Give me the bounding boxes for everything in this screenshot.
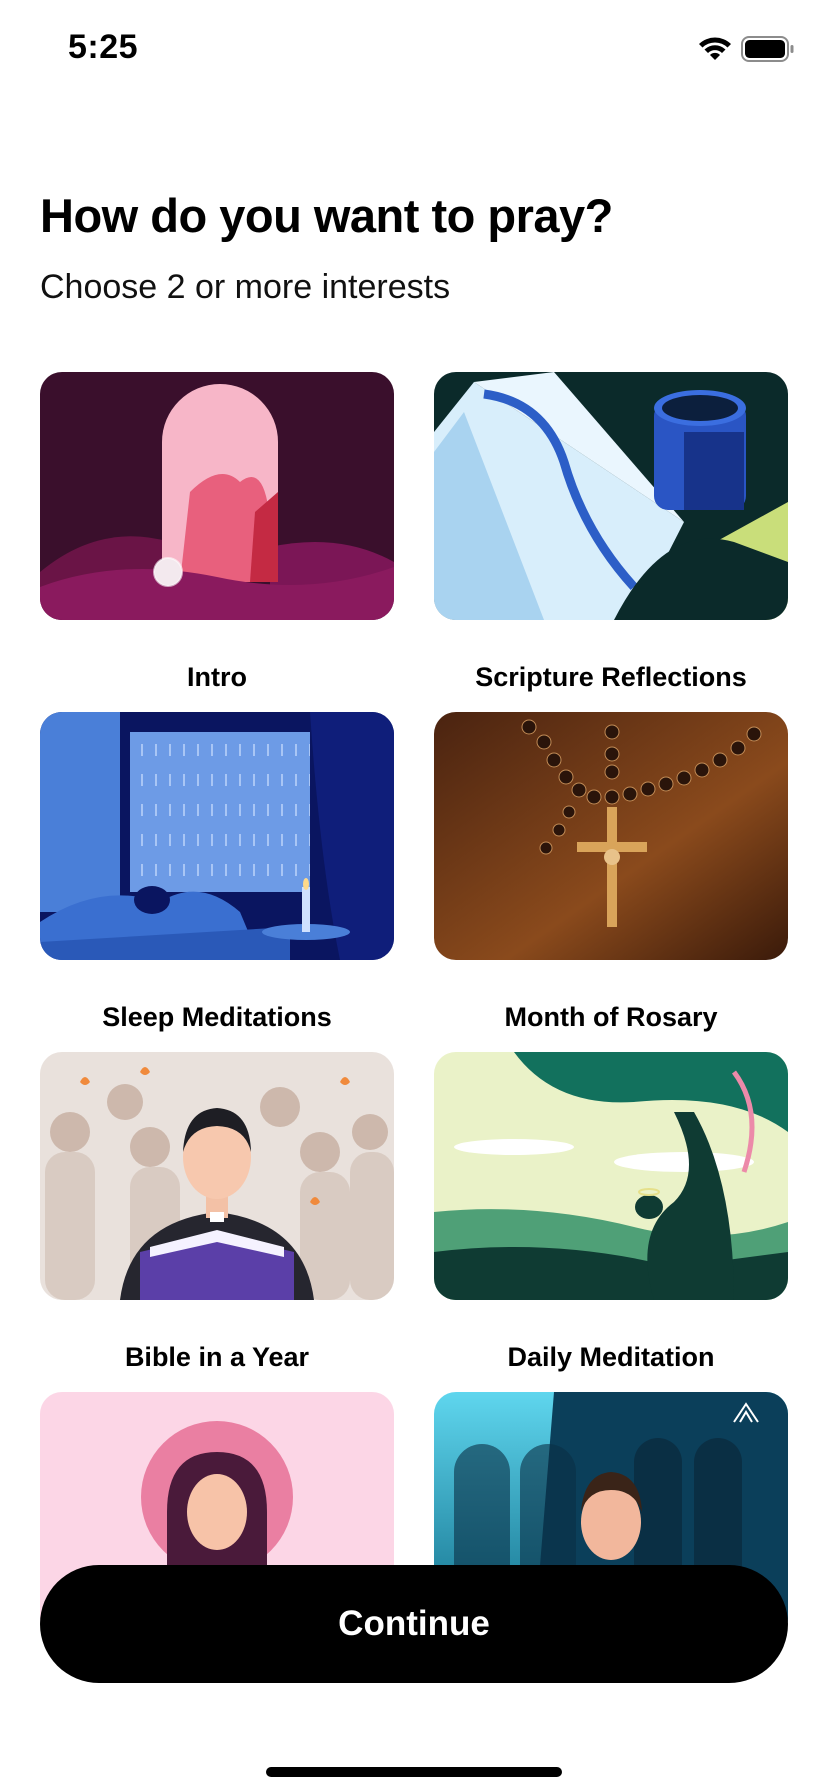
rainy-window-bedroom-icon [40,712,394,960]
continue-button[interactable]: Continue [40,1565,788,1683]
interest-card-bible-in-a-year[interactable]: Bible in a Year [40,1052,394,1372]
home-indicator [266,1767,562,1777]
open-bible-and-mug-icon [434,372,788,620]
interest-card-intro[interactable]: Intro [40,372,394,692]
priest-reading-bible-icon [40,1052,394,1300]
interest-card-label: Month of Rosary [504,1002,718,1032]
interest-card-label: Intro [187,662,247,692]
interest-card-sleep-meditations[interactable]: Sleep Meditations [40,712,394,1032]
page-subtitle: Choose 2 or more interests [40,268,451,306]
status-bar: 5:25 [0,0,828,100]
interest-card-label: Bible in a Year [124,1342,310,1372]
tree-landscape-icon [434,1052,788,1300]
wifi-icon [699,37,731,60]
rosary-crucifix-icon [434,712,788,960]
battery-icon [741,36,794,62]
arch-with-light-icon [40,372,394,620]
interest-card-label: Sleep Meditations [102,1002,332,1032]
interest-card-scripture-reflections[interactable]: Scripture Reflections [434,372,788,692]
interest-card-daily-meditation[interactable]: Daily Meditation [434,1052,788,1372]
page-title: How do you want to pray? [40,189,613,242]
interest-card-month-of-rosary[interactable]: Month of Rosary [434,712,788,1032]
interest-card-label: Daily Meditation [507,1342,715,1372]
interest-card-label: Scripture Reflections [475,662,747,692]
status-time: 5:25 [68,28,139,66]
